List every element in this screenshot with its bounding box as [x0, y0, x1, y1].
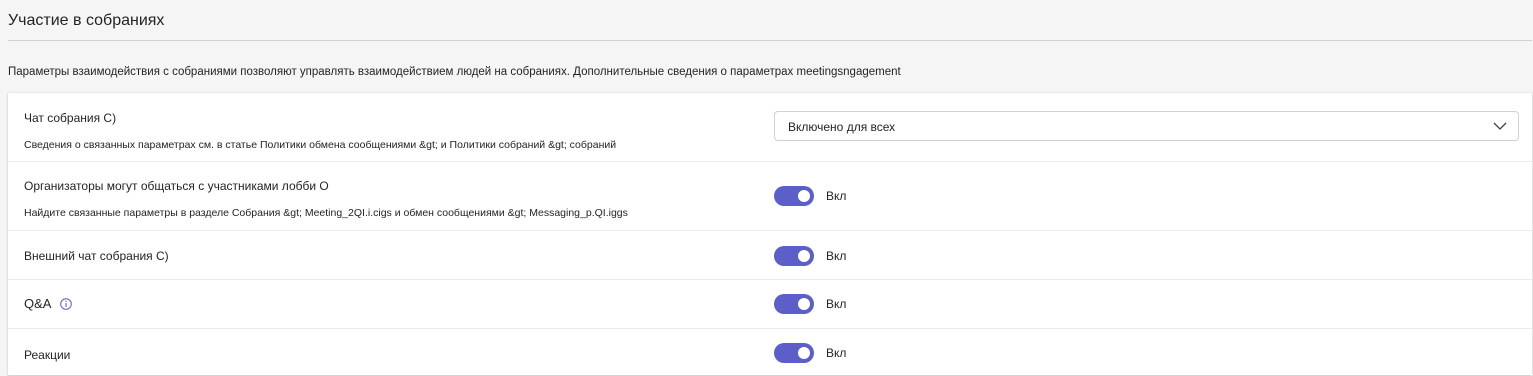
qa-toggle-state: Вкл: [826, 297, 847, 311]
organizers-lobby-toggle-state: Вкл: [826, 189, 847, 203]
qa-toggle[interactable]: [774, 294, 814, 314]
setting-row-organizers-lobby: Организаторы могут общаться с участникам…: [8, 161, 1532, 231]
organizers-lobby-toggle[interactable]: [774, 186, 814, 206]
external-chat-label: Внешний чат собрания C): [24, 249, 169, 263]
external-chat-toggle-state: Вкл: [826, 249, 847, 263]
setting-row-external-chat: Внешний чат собрания C) Вкл: [8, 230, 1532, 280]
section-description: Параметры взаимодействия с собраниями по…: [8, 66, 901, 78]
info-icon[interactable]: [60, 298, 72, 310]
meeting-chat-dropdown-value: Включено для всех: [788, 120, 896, 134]
settings-card: Чат собрания C) Сведения о связанных пар…: [8, 93, 1532, 375]
reactions-toggle-state: Вкл: [826, 346, 847, 360]
reactions-label: Реакции: [24, 348, 71, 362]
setting-row-meeting-chat: Чат собрания C) Сведения о связанных пар…: [8, 93, 1532, 162]
title-divider: [8, 40, 1532, 41]
qa-label: Q&A: [24, 296, 52, 311]
toggle-knob: [798, 298, 810, 310]
chevron-down-icon: [1493, 122, 1507, 130]
meeting-engagement-page: Участие в собраниях Параметры взаимодейс…: [0, 0, 1533, 376]
meeting-chat-label: Чат собрания C): [24, 111, 117, 125]
setting-row-reactions: Реакции Вкл: [8, 328, 1532, 375]
external-chat-toggle[interactable]: [774, 246, 814, 266]
toggle-knob: [798, 250, 810, 262]
setting-row-qa: Q&A Вкл: [8, 279, 1532, 329]
toggle-knob: [798, 347, 810, 359]
section-title: Участие в собраниях: [8, 12, 165, 29]
meeting-chat-dropdown[interactable]: Включено для всех: [774, 111, 1519, 141]
organizers-lobby-description: Найдите связанные параметры в разделе Со…: [24, 207, 628, 219]
toggle-knob: [798, 190, 810, 202]
reactions-toggle[interactable]: [774, 343, 814, 363]
organizers-lobby-label: Организаторы могут общаться с участникам…: [24, 179, 329, 193]
meeting-chat-description: Сведения о связанных параметрах см. в ст…: [24, 139, 617, 151]
